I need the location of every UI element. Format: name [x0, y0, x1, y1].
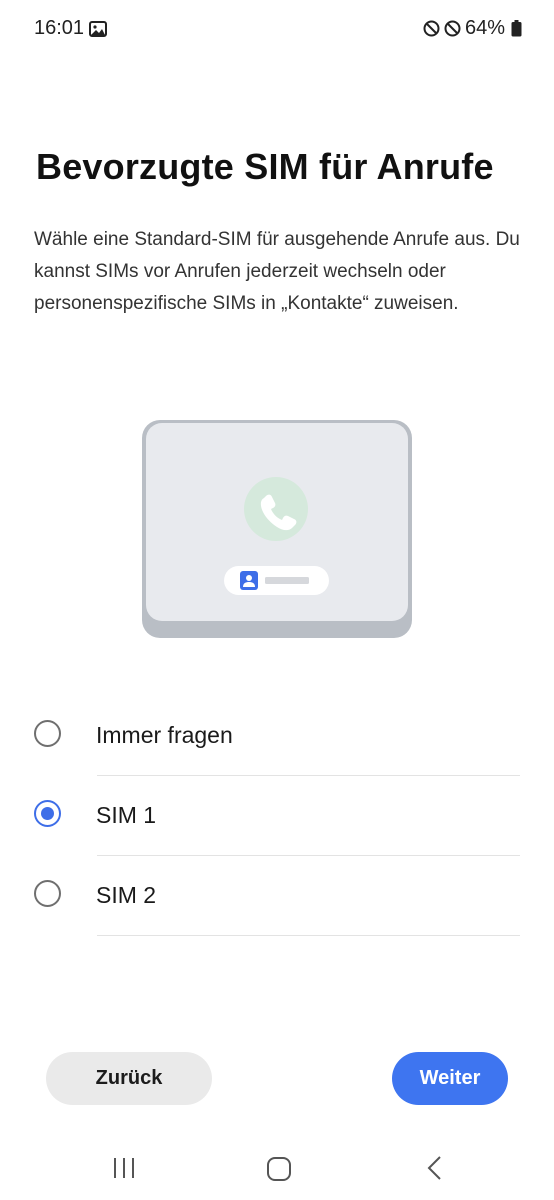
no-sim-icon — [444, 20, 461, 37]
status-icons: 64% — [423, 17, 522, 40]
page-title: Bevorzugte SIM für Anrufe — [36, 146, 494, 187]
navigation-bar — [0, 1140, 554, 1200]
sim-option-list: Immer fragen SIM 1 SIM 2 — [0, 696, 554, 936]
status-bar: 16:01 64% — [0, 0, 554, 58]
divider — [97, 935, 520, 936]
back-button[interactable]: Zurück — [46, 1052, 212, 1105]
status-time: 16:01 — [34, 17, 85, 39]
option-label: SIM 2 — [96, 882, 157, 908]
option-label: Immer fragen — [96, 722, 233, 748]
battery-icon — [511, 20, 522, 37]
no-sim-icon — [423, 20, 440, 37]
radio-button[interactable] — [34, 720, 61, 747]
option-sim-2[interactable]: SIM 2 — [0, 856, 554, 936]
home-icon[interactable] — [266, 1156, 292, 1182]
radio-button-selected[interactable] — [34, 800, 61, 827]
option-label: SIM 1 — [96, 802, 157, 828]
contact-icon — [240, 571, 258, 590]
recents-icon[interactable] — [112, 1157, 136, 1179]
phone-call-icon — [244, 477, 308, 541]
sim-illustration — [142, 420, 412, 638]
page-description: Wähle eine Standard-SIM für ausgehende A… — [34, 229, 520, 314]
back-icon[interactable] — [426, 1155, 442, 1181]
option-sim-1[interactable]: SIM 1 — [0, 776, 554, 856]
sim-preference-screen: 16:01 64% Bevorzugte SIM für Anrufe Wähl… — [0, 0, 554, 1200]
gallery-icon — [89, 21, 107, 37]
radio-button[interactable] — [34, 880, 61, 907]
battery-percent: 64% — [464, 17, 505, 39]
next-button[interactable]: Weiter — [392, 1052, 508, 1105]
option-always-ask[interactable]: Immer fragen — [0, 696, 554, 776]
